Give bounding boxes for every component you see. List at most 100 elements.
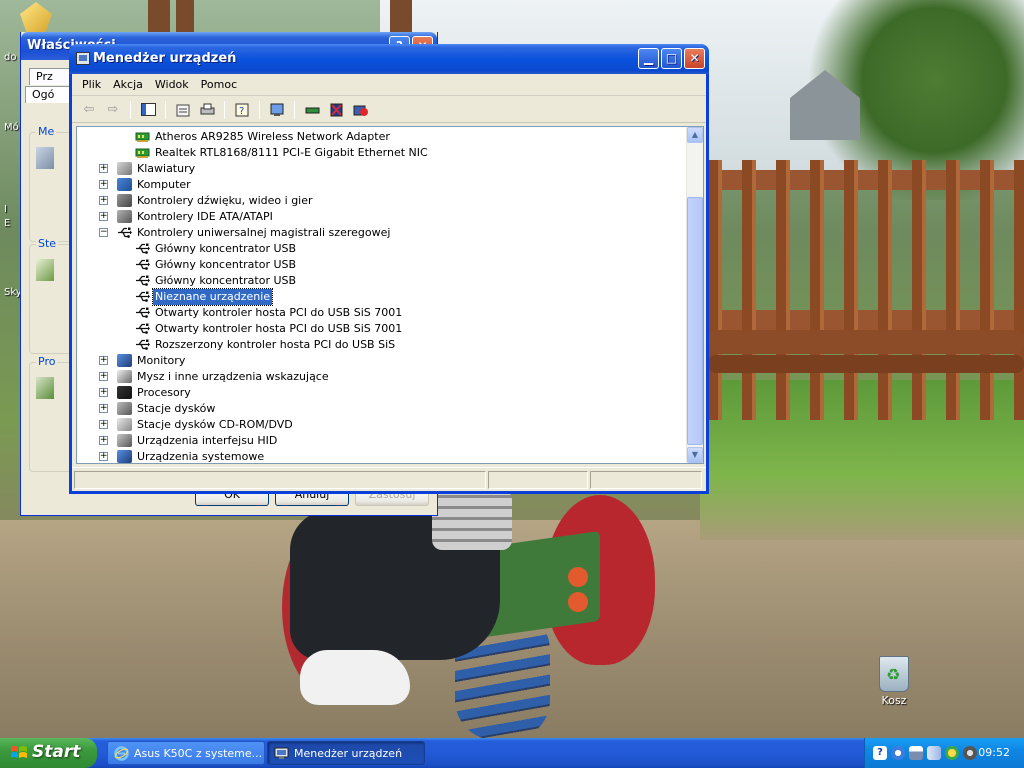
- desktop-label-fragment: do: [4, 52, 17, 63]
- desktop-label-fragment: E: [4, 218, 11, 229]
- security-tray-icon[interactable]: [945, 746, 959, 760]
- wallpaper-child-shirt: [432, 490, 512, 550]
- network-card-icon: [135, 146, 150, 159]
- expand-icon[interactable]: +: [99, 372, 108, 381]
- usb-icon: [135, 274, 150, 287]
- mouse-icon: [117, 370, 132, 383]
- maximize-button[interactable]: □: [661, 48, 682, 69]
- menu-bar: Plik Akcja Widok Pomoc: [72, 74, 706, 96]
- menu-help[interactable]: Pomoc: [195, 76, 243, 93]
- tree-item[interactable]: + Stacje dysków: [77, 401, 689, 417]
- tree-item-label: Komputer: [137, 178, 191, 191]
- help-icon[interactable]: ?: [231, 99, 253, 121]
- print-icon[interactable]: [196, 99, 218, 121]
- tree-item[interactable]: Rozszerzony kontroler hosta PCI do USB S…: [77, 337, 689, 353]
- tab-ogolne[interactable]: Ogó: [25, 86, 73, 103]
- tree-item[interactable]: Realtek RTL8168/8111 PCI-E Gigabit Ether…: [77, 145, 689, 161]
- forward-arrow-icon[interactable]: ⇨: [102, 99, 124, 121]
- device-manager-icon: [76, 52, 90, 65]
- tree-item[interactable]: + Kontrolery dźwięku, wideo i gier: [77, 193, 689, 209]
- device-manager-icon: [36, 147, 54, 169]
- expand-icon[interactable]: +: [99, 436, 108, 445]
- scroll-down-button[interactable]: ▼: [687, 447, 703, 463]
- uninstall-icon[interactable]: [325, 99, 347, 121]
- menu-action[interactable]: Akcja: [107, 76, 149, 93]
- tree-item[interactable]: + Procesory: [77, 385, 689, 401]
- menu-view[interactable]: Widok: [149, 76, 195, 93]
- expand-icon[interactable]: +: [99, 420, 108, 429]
- network-card-icon: [135, 130, 150, 143]
- tree-item-label-selected: Nieznane urządzenie: [151, 288, 274, 306]
- tree-item[interactable]: + Monitory: [77, 353, 689, 369]
- tree-item[interactable]: + Urządzenia systemowe: [77, 449, 689, 463]
- recycle-bin[interactable]: Kosz: [872, 656, 916, 707]
- toolbar-separator: [259, 100, 260, 119]
- tree-item-label: Rozszerzony kontroler hosta PCI do USB S…: [155, 338, 396, 351]
- expand-icon[interactable]: +: [99, 388, 108, 397]
- expand-icon[interactable]: +: [99, 356, 108, 365]
- wallpaper-rail: [708, 330, 1024, 354]
- device-tree-list: Atheros AR9285 Wireless Network Adapter R…: [77, 129, 689, 463]
- expand-icon[interactable]: +: [99, 404, 108, 413]
- vertical-scrollbar[interactable]: ▲ ▼: [686, 127, 703, 463]
- menu-file[interactable]: Plik: [76, 76, 107, 93]
- tree-item[interactable]: + Kontrolery IDE ATA/ATAPI: [77, 209, 689, 225]
- wireless-tray-icon[interactable]: [927, 746, 941, 760]
- disable-icon[interactable]: [349, 99, 371, 121]
- tree-item-label: Klawiatury: [137, 162, 196, 175]
- tree-item[interactable]: + Urządzenia interfejsu HID: [77, 433, 689, 449]
- expand-icon[interactable]: +: [99, 180, 108, 189]
- tree-item[interactable]: Atheros AR9285 Wireless Network Adapter: [77, 129, 689, 145]
- tree-item-label: Główny koncentrator USB: [155, 258, 297, 271]
- status-bar: [72, 467, 706, 491]
- network-tray-icon[interactable]: [891, 746, 905, 760]
- update-driver-icon[interactable]: [301, 99, 323, 121]
- device-manager-window[interactable]: Menedżer urządzeń ▁ □ ✕ Plik Akcja Widok…: [69, 44, 709, 494]
- tree-item-label: Urządzenia systemowe: [137, 450, 265, 463]
- start-button[interactable]: Start: [0, 738, 97, 768]
- scroll-up-button[interactable]: ▲: [687, 127, 703, 143]
- tree-item-label: Stacje dysków CD-ROM/DVD: [137, 418, 293, 431]
- tree-item[interactable]: Otwarty kontroler hosta PCI do USB SiS 7…: [77, 321, 689, 337]
- device-manager-title-bar[interactable]: Menedżer urządzeń ▁ □ ✕: [69, 44, 709, 74]
- tree-item[interactable]: − Kontrolery uniwersalnej magistrali szer…: [77, 225, 689, 241]
- expand-icon[interactable]: +: [99, 164, 108, 173]
- scan-hardware-icon[interactable]: [266, 99, 288, 121]
- device-tree[interactable]: Atheros AR9285 Wireless Network Adapter R…: [76, 126, 704, 464]
- expand-icon[interactable]: +: [99, 212, 108, 221]
- hid-icon: [117, 434, 132, 447]
- toolbar-separator: [165, 100, 166, 119]
- close-button[interactable]: ✕: [684, 48, 705, 69]
- tree-item[interactable]: Główny koncentrator USB: [77, 273, 689, 289]
- volume-tray-icon[interactable]: [963, 746, 977, 760]
- back-arrow-icon[interactable]: ⇦: [78, 99, 100, 121]
- start-label: Start: [32, 742, 81, 762]
- collapse-icon[interactable]: −: [99, 228, 108, 237]
- usb-tray-icon[interactable]: [909, 746, 923, 760]
- taskbar-item-browser[interactable]: Asus K50C z systeme...: [107, 741, 265, 765]
- scroll-thumb[interactable]: [687, 197, 703, 445]
- help-tray-icon[interactable]: ?: [873, 746, 887, 760]
- usb-icon: [135, 290, 150, 303]
- properties-icon[interactable]: [172, 99, 194, 121]
- taskbar-item-device-manager[interactable]: Menedżer urządzeń: [267, 741, 425, 765]
- tree-item[interactable]: Otwarty kontroler hosta PCI do USB SiS 7…: [77, 305, 689, 321]
- console-tree-icon[interactable]: [137, 99, 159, 121]
- tree-item[interactable]: Nieznane urządzenie: [77, 288, 689, 306]
- processor-icon: [117, 386, 132, 399]
- desktop-folder-icon[interactable]: [20, 2, 52, 32]
- profile-icon: [36, 377, 54, 399]
- minimize-button[interactable]: ▁: [638, 48, 659, 69]
- tree-item-label: Główny koncentrator USB: [155, 274, 297, 287]
- expand-icon[interactable]: +: [99, 452, 108, 461]
- tree-item[interactable]: Główny koncentrator USB: [77, 241, 689, 257]
- tree-item[interactable]: + Komputer: [77, 177, 689, 193]
- tree-item-label: Monitory: [137, 354, 186, 367]
- tree-item-label: Mysz i inne urządzenia wskazujące: [137, 370, 329, 383]
- disk-drive-icon: [117, 402, 132, 415]
- tree-item[interactable]: Główny koncentrator USB: [77, 257, 689, 273]
- tree-item[interactable]: + Klawiatury: [77, 161, 689, 177]
- expand-icon[interactable]: +: [99, 196, 108, 205]
- tree-item[interactable]: + Stacje dysków CD-ROM/DVD: [77, 417, 689, 433]
- tree-item[interactable]: + Mysz i inne urządzenia wskazujące: [77, 369, 689, 385]
